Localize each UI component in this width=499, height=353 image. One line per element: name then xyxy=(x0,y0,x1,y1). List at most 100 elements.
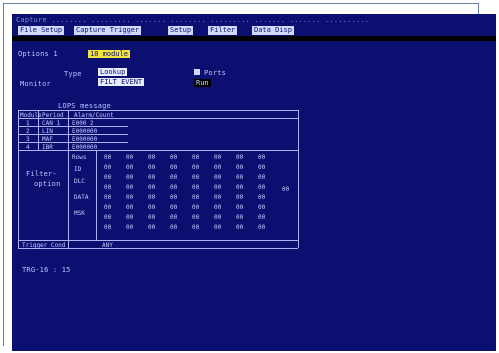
grid-cell[interactable]: 00 xyxy=(258,214,265,221)
header-period: Period xyxy=(42,112,64,119)
ports-checkbox[interactable] xyxy=(194,69,200,75)
grid-cell[interactable]: 00 xyxy=(126,184,133,191)
header-module: Module xyxy=(20,112,42,119)
grid-cell[interactable]: 00 xyxy=(170,214,177,221)
grid-cell[interactable]: 00 xyxy=(258,174,265,181)
grid-cell[interactable]: 00 xyxy=(126,174,133,181)
grid-cell[interactable]: 00 xyxy=(170,184,177,191)
menu-filter[interactable]: Filter xyxy=(208,26,238,35)
grid-cell[interactable]: 00 xyxy=(214,184,221,191)
frame-border-left xyxy=(3,3,4,346)
filter-row-data: DATA xyxy=(74,194,89,201)
grid-cell[interactable]: 00 xyxy=(236,194,243,201)
grid-cell[interactable]: 00 xyxy=(192,224,199,231)
grid-cell[interactable]: 00 xyxy=(258,184,265,191)
grid-cell[interactable]: 00 xyxy=(104,174,111,181)
grid-cell[interactable]: 00 xyxy=(214,164,221,171)
grid-cell[interactable]: 00 xyxy=(148,204,155,211)
grid-cell[interactable]: 00 xyxy=(214,204,221,211)
grid-cell[interactable]: 00 xyxy=(192,174,199,181)
row-3-value[interactable]: E000000 xyxy=(72,136,97,143)
grid-cell[interactable]: 00 xyxy=(258,204,265,211)
filter-label-2: option xyxy=(34,180,61,188)
grid-cell[interactable]: 00 xyxy=(170,204,177,211)
filter-row-msk: MSK xyxy=(74,210,85,217)
grid-cell[interactable]: 00 xyxy=(170,164,177,171)
grid-cell[interactable]: 00 xyxy=(236,214,243,221)
grid-cell[interactable]: 00 xyxy=(214,154,221,161)
grid-cell[interactable]: 00 xyxy=(258,194,265,201)
grid-cell[interactable]: 00 xyxy=(104,204,111,211)
grid-cell[interactable]: 00 xyxy=(236,204,243,211)
frame-border-top xyxy=(3,3,479,4)
row-4-name: IBR xyxy=(42,144,53,151)
type-field[interactable]: Lookup xyxy=(98,68,128,76)
grid-cell[interactable]: 00 xyxy=(192,194,199,201)
menu-file-setup[interactable]: File Setup xyxy=(18,26,65,35)
right-cell[interactable]: 00 xyxy=(282,186,289,193)
grid-cell[interactable]: 00 xyxy=(148,224,155,231)
grid-cell[interactable]: 00 xyxy=(192,154,199,161)
grid-cell[interactable]: 00 xyxy=(170,224,177,231)
grid-cell[interactable]: 00 xyxy=(258,154,265,161)
grid-cell[interactable]: 00 xyxy=(192,214,199,221)
separator-bar xyxy=(12,36,496,41)
row-1-index: 1 xyxy=(26,120,30,127)
grid-cell[interactable]: 00 xyxy=(104,194,111,201)
grid-cell[interactable]: 00 xyxy=(126,164,133,171)
grid-cell[interactable]: 00 xyxy=(236,224,243,231)
grid-cell[interactable]: 00 xyxy=(170,194,177,201)
row-4-value[interactable]: E000000 xyxy=(72,144,97,151)
grid-cell[interactable]: 00 xyxy=(214,174,221,181)
menu-capture-trigger[interactable]: Capture Trigger xyxy=(74,26,142,35)
grid-cell[interactable]: 00 xyxy=(214,194,221,201)
grid-cell[interactable]: 00 xyxy=(126,194,133,201)
grid-cell[interactable]: 00 xyxy=(214,224,221,231)
grid-cell[interactable]: 00 xyxy=(192,164,199,171)
grid-cell[interactable]: 00 xyxy=(258,224,265,231)
grid-cell[interactable]: 00 xyxy=(236,184,243,191)
monitor-label: Monitor xyxy=(20,80,51,88)
grid-cell[interactable]: 00 xyxy=(236,174,243,181)
grid-cell[interactable]: 00 xyxy=(126,224,133,231)
grid-cell[interactable]: 00 xyxy=(126,204,133,211)
module-highlight[interactable]: 10 module xyxy=(88,50,130,58)
grid-cell[interactable]: 00 xyxy=(236,154,243,161)
menu-data-disp[interactable]: Data Disp xyxy=(252,26,294,35)
grid-cell[interactable]: 00 xyxy=(148,194,155,201)
grid-cell[interactable]: 00 xyxy=(104,224,111,231)
bottom-status: TRG-16 : 15 xyxy=(22,266,71,274)
title-line: Capture ........ ......... ....... .....… xyxy=(16,16,370,24)
grid-cell[interactable]: 00 xyxy=(148,164,155,171)
grid-cell[interactable]: 00 xyxy=(258,164,265,171)
grid-cell[interactable]: 00 xyxy=(148,214,155,221)
table-border-top xyxy=(18,110,298,111)
type-label: Type xyxy=(64,70,82,78)
menu-setup[interactable]: Setup xyxy=(168,26,194,35)
grid-cell[interactable]: 00 xyxy=(148,154,155,161)
grid-cell[interactable]: 00 xyxy=(104,164,111,171)
grid-cell[interactable]: 00 xyxy=(104,184,111,191)
monitor-field[interactable]: FILT EVENT xyxy=(98,78,145,86)
grid-cell[interactable]: 00 xyxy=(192,184,199,191)
row-1-value[interactable]: E000 2 xyxy=(72,120,94,127)
footer-row-label: Trigger Cond xyxy=(22,242,66,249)
ports-value[interactable]: Run xyxy=(194,79,211,87)
grid-cell[interactable]: 00 xyxy=(236,164,243,171)
row-2-name: LIN xyxy=(42,128,53,135)
row-2-value[interactable]: E000000 xyxy=(72,128,97,135)
grid-cell[interactable]: 00 xyxy=(126,154,133,161)
grid-cell[interactable]: 00 xyxy=(148,184,155,191)
grid-cell[interactable]: 00 xyxy=(170,154,177,161)
footer-row-value[interactable]: ANY xyxy=(102,242,113,249)
grid-cell[interactable]: 00 xyxy=(148,174,155,181)
grid-cell[interactable]: 00 xyxy=(214,214,221,221)
filter-row-dlc: DLC xyxy=(74,178,85,185)
grid-cell[interactable]: 00 xyxy=(104,214,111,221)
grid-cell[interactable]: 00 xyxy=(126,214,133,221)
table-footer-divider xyxy=(18,240,298,241)
grid-cell[interactable]: 00 xyxy=(104,154,111,161)
grid-cell[interactable]: 00 xyxy=(170,174,177,181)
grid-cell[interactable]: 00 xyxy=(192,204,199,211)
row-3-index: 3 xyxy=(26,136,30,143)
